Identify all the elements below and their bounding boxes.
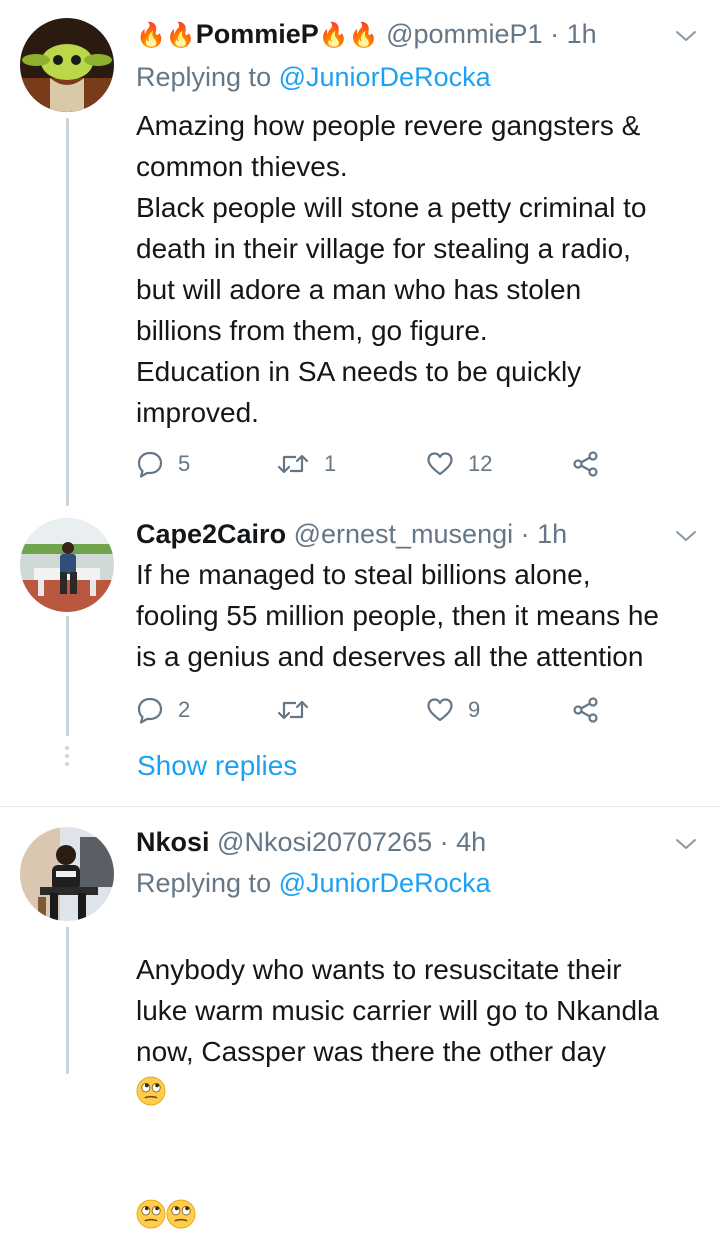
separator-dot: ·: [439, 827, 449, 857]
share-icon: [573, 451, 598, 477]
timestamp[interactable]: 4h: [456, 827, 486, 857]
replying-to-label: Replying to: [136, 62, 272, 92]
reply-count: 5: [178, 451, 191, 476]
tweet-header: Cape2Cairo @ernest_musengi · 1h: [136, 514, 676, 554]
fire-emoji-suffix: 🔥🔥: [318, 22, 379, 49]
tweet-text: Anybody who wants to resuscitate their l…: [136, 954, 659, 1067]
timestamp[interactable]: 1h: [567, 19, 597, 49]
replying-to-label: Replying to: [136, 868, 272, 898]
share-button[interactable]: [572, 693, 600, 727]
replying-to: Replying to @JuniorDeRocka: [136, 57, 491, 97]
tweet-actions: 2 9: [136, 693, 656, 727]
tweet[interactable]: 🔥🔥PommieP🔥🔥 @pommieP1 · 1h Replying to @…: [0, 0, 720, 506]
avatar[interactable]: [20, 827, 114, 921]
tweet-text-container: Anybody who wants to resuscitate their l…: [136, 908, 701, 1236]
retweet-count: 1: [324, 451, 337, 476]
heart-icon: [427, 698, 453, 722]
thread-line: [66, 927, 69, 1074]
like-count: 9: [468, 697, 481, 722]
like-count: 12: [468, 451, 493, 476]
share-icon: [573, 697, 598, 723]
avatar[interactable]: [20, 518, 114, 612]
reply-button[interactable]: 2: [136, 693, 190, 727]
tweet-actions: 5 1 12: [136, 447, 656, 481]
mention-link[interactable]: @JuniorDeRocka: [279, 62, 491, 92]
separator-dot: ·: [520, 519, 530, 549]
face-with-rolling-eyes-icon: [136, 1076, 166, 1106]
display-name[interactable]: Nkosi: [136, 827, 210, 857]
heart-icon: [427, 452, 453, 476]
show-replies-link[interactable]: Show replies: [137, 746, 297, 786]
chevron-down-icon[interactable]: [674, 28, 698, 44]
tweet-text: If he managed to steal billions alone, f…: [136, 559, 660, 672]
tweet-text: Amazing how people revere gangsters & co…: [136, 110, 647, 428]
retweet-icon: [277, 454, 309, 474]
user-handle[interactable]: @pommieP1: [386, 19, 542, 49]
reply-icon: [137, 451, 163, 478]
user-handle[interactable]: @ernest_musengi: [294, 519, 514, 549]
chevron-down-icon[interactable]: [674, 528, 698, 544]
avatar[interactable]: [20, 18, 114, 112]
fire-emoji-prefix: 🔥🔥: [136, 22, 196, 49]
thread-line: [66, 616, 69, 736]
mention-link[interactable]: @JuniorDeRocka: [279, 868, 491, 898]
thread-dots: [65, 746, 70, 770]
tweet-header: Nkosi @Nkosi20707265 · 4h: [136, 822, 676, 862]
retweet-icon: [277, 700, 309, 720]
thread-line: [66, 118, 69, 506]
chevron-down-icon[interactable]: [674, 836, 698, 852]
user-handle[interactable]: @Nkosi20707265: [217, 827, 432, 857]
display-name[interactable]: Cape2Cairo: [136, 519, 286, 549]
retweet-button[interactable]: 1: [276, 447, 336, 481]
separator-dot: ·: [550, 19, 560, 49]
like-button[interactable]: 9: [426, 693, 480, 727]
replying-to: Replying to @JuniorDeRocka: [136, 863, 491, 903]
tweet-header: 🔥🔥PommieP🔥🔥 @pommieP1 · 1h: [136, 14, 676, 54]
face-with-rolling-eyes-icon: [166, 1199, 196, 1229]
face-with-rolling-eyes-icon: [136, 1199, 166, 1229]
reply-icon: [137, 697, 163, 724]
like-button[interactable]: 12: [426, 447, 492, 481]
retweet-button[interactable]: [276, 693, 324, 727]
tweet[interactable]: Nkosi @Nkosi20707265 · 4h Replying to @J…: [0, 807, 720, 1074]
tweet[interactable]: Cape2Cairo @ernest_musengi · 1h If he ma…: [0, 506, 720, 806]
display-name[interactable]: PommieP: [196, 19, 319, 49]
share-button[interactable]: [572, 447, 600, 481]
reply-button[interactable]: 5: [136, 447, 190, 481]
timestamp[interactable]: 1h: [537, 519, 567, 549]
reply-count: 2: [178, 697, 191, 722]
